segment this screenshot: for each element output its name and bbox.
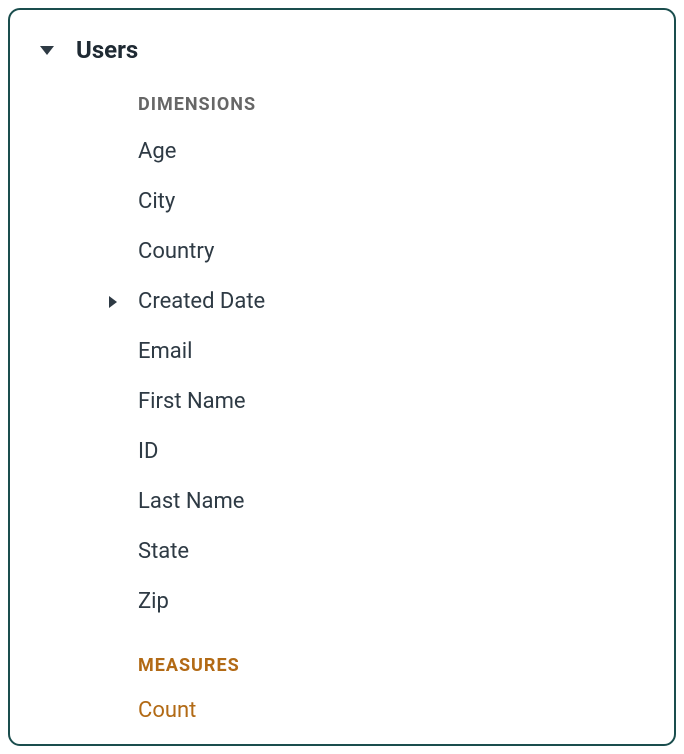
view-body: DIMENSIONS Age City Country Created Date Ema… bbox=[38, 94, 654, 733]
dimension-item[interactable]: Zip bbox=[138, 577, 654, 627]
dimension-item[interactable]: City bbox=[138, 177, 654, 227]
dimension-item[interactable]: Last Name bbox=[138, 477, 654, 527]
view-title: Users bbox=[76, 36, 138, 64]
dimension-label: ID bbox=[138, 441, 158, 463]
collapse-icon bbox=[38, 41, 56, 59]
dimension-label: Zip bbox=[138, 591, 169, 613]
dimension-item[interactable]: First Name bbox=[138, 377, 654, 427]
dimension-label: Country bbox=[138, 241, 214, 263]
dimension-label: Created Date bbox=[138, 291, 265, 313]
view-header[interactable]: Users bbox=[38, 30, 654, 70]
dimension-item[interactable]: State bbox=[138, 527, 654, 577]
dimensions-list: Age City Country Created Date Email First Nam… bbox=[138, 127, 654, 627]
measure-label: Count bbox=[138, 698, 196, 723]
measure-item[interactable]: Count bbox=[138, 688, 654, 733]
field-picker-panel: Users DIMENSIONS Age City Country Created D… bbox=[8, 8, 676, 746]
dimension-item[interactable]: Created Date bbox=[138, 277, 654, 327]
dimensions-section-label: DIMENSIONS bbox=[138, 94, 654, 115]
dimension-item[interactable]: Email bbox=[138, 327, 654, 377]
dimension-label: Last Name bbox=[138, 491, 244, 513]
dimension-label: First Name bbox=[138, 391, 246, 413]
dimension-item[interactable]: ID bbox=[138, 427, 654, 477]
dimension-label: City bbox=[138, 191, 175, 213]
measures-section-label: MEASURES bbox=[138, 655, 654, 676]
chevron-right-icon bbox=[104, 293, 122, 311]
dimension-label: Age bbox=[138, 141, 176, 163]
dimension-item[interactable]: Country bbox=[138, 227, 654, 277]
expand-icon-slot bbox=[104, 291, 122, 313]
dimension-item[interactable]: Age bbox=[138, 127, 654, 177]
dimension-label: Email bbox=[138, 341, 192, 363]
measures-list: Count bbox=[138, 688, 654, 733]
dimension-label: State bbox=[138, 541, 189, 563]
